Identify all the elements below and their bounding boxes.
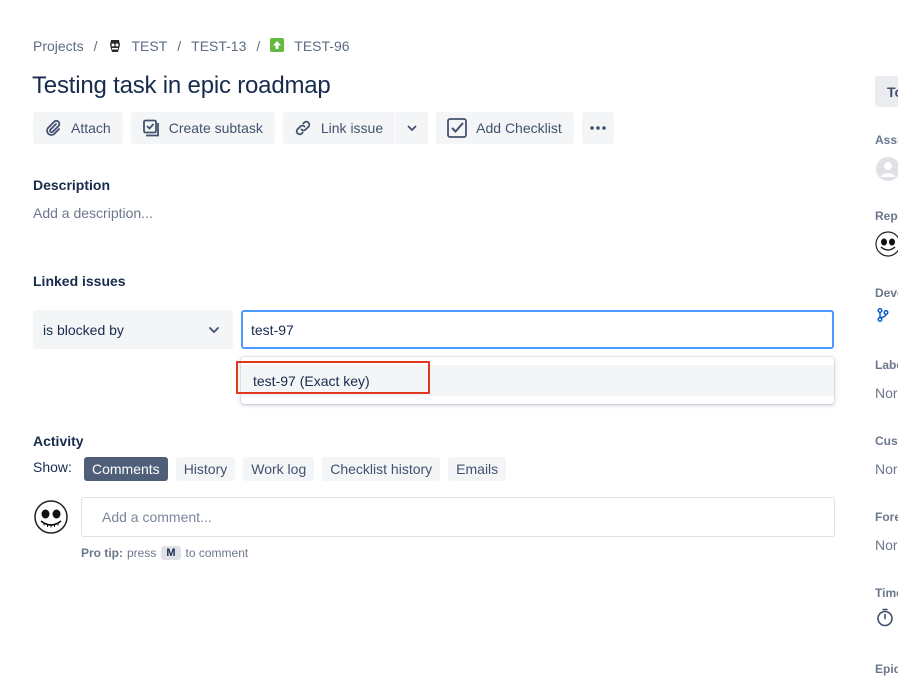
suggestion-item[interactable]: test-97 (Exact key) (241, 365, 834, 396)
sidebar-time-tracking-label: Time (875, 586, 898, 600)
breadcrumb-current-issue-label: TEST-96 (294, 38, 350, 54)
skull-avatar-icon[interactable] (875, 231, 898, 257)
breadcrumb-current-issue-link[interactable]: TEST-96 (270, 38, 350, 54)
chevron-down-icon (209, 326, 219, 333)
description-heading: Description (33, 177, 111, 193)
status-button[interactable]: To (875, 76, 898, 107)
add-checklist-button[interactable]: Add Checklist (436, 112, 574, 144)
branch-icon[interactable] (875, 307, 891, 323)
pro-tip-suffix: to comment (185, 546, 249, 560)
link-type-value: is blocked by (43, 321, 124, 338)
more-actions-button[interactable] (581, 112, 614, 144)
paperclip-icon (46, 119, 61, 136)
pro-tip: Pro tip: press M to comment (81, 546, 248, 560)
link-type-select[interactable]: is blocked by (33, 310, 233, 349)
pro-tip-press: press (127, 546, 157, 560)
story-type-icon (270, 38, 286, 54)
skull-avatar-icon (34, 500, 68, 534)
issue-search-input[interactable] (241, 310, 834, 349)
activity-filters: Comments History Work log Checklist hist… (84, 457, 514, 481)
sidebar-forecast-value[interactable]: Nor (875, 537, 898, 553)
filter-emails-button[interactable]: Emails (448, 457, 507, 481)
breadcrumb-project-link[interactable]: TEST (107, 38, 167, 54)
create-subtask-button[interactable]: Create subtask (130, 112, 275, 144)
chevron-down-icon (407, 125, 417, 132)
filter-checklist-history-button[interactable]: Checklist history (322, 457, 441, 481)
activity-heading: Activity (33, 433, 84, 449)
sidebar-custom-field-label: Cust (875, 434, 898, 448)
link-issue-options-button[interactable] (396, 112, 429, 144)
sidebar-assignee-label: Assi (875, 133, 898, 147)
filter-comments-button[interactable]: Comments (84, 457, 168, 481)
keyboard-shortcut-key: M (161, 546, 181, 560)
breadcrumb-parent-issue-link[interactable]: TEST-13 (191, 38, 246, 54)
linked-issues-heading: Linked issues (33, 273, 126, 289)
issue-toolbar: Attach Create subtask Link issue Add Che… (33, 112, 622, 144)
sidebar-forecast-label: Fore (875, 510, 898, 524)
issue-suggestions-dropdown: test-97 (Exact key) (241, 357, 834, 404)
add-checklist-label: Add Checklist (476, 120, 562, 136)
sidebar-labels-value[interactable]: Nor (875, 385, 898, 401)
issue-title[interactable]: Testing task in epic roadmap (32, 72, 331, 100)
create-subtask-label: Create subtask (168, 120, 263, 136)
description-placeholder[interactable]: Add a description... (33, 205, 153, 221)
sidebar-reporter-label: Repo (875, 209, 898, 223)
project-avatar-icon (107, 38, 124, 54)
link-issue-button[interactable]: Link issue (282, 112, 396, 144)
activity-show-label: Show: (33, 459, 72, 475)
subtask-icon (142, 119, 159, 137)
breadcrumb-projects-link[interactable]: Projects (33, 38, 84, 54)
sidebar-epic-label: Epic (875, 662, 898, 676)
comment-input[interactable]: Add a comment... (81, 497, 835, 537)
link-icon (295, 120, 311, 136)
more-horizontal-icon (589, 126, 606, 130)
filter-work-log-button[interactable]: Work log (243, 457, 315, 481)
stopwatch-icon[interactable] (875, 607, 895, 627)
sidebar-custom-field-value[interactable]: Nor (875, 461, 898, 477)
breadcrumb-project-label: TEST (131, 38, 168, 54)
breadcrumb-separator: / (256, 38, 261, 54)
attach-label: Attach (71, 120, 111, 136)
avatar (34, 500, 68, 534)
attach-button[interactable]: Attach (33, 112, 123, 144)
issue-details-sidebar: To Assi Repo Deve Labe Nor Cust Nor Fore… (875, 0, 898, 679)
checkbox-icon (447, 118, 468, 138)
link-issue-label: Link issue (320, 120, 384, 136)
breadcrumb-separator: / (177, 38, 182, 54)
filter-history-button[interactable]: History (175, 457, 236, 481)
sidebar-development-label: Deve (875, 286, 898, 300)
pro-tip-prefix: Pro tip: (81, 546, 123, 560)
breadcrumb-separator: / (93, 38, 98, 54)
sidebar-labels-label: Labe (875, 358, 898, 372)
default-avatar-icon[interactable] (875, 156, 898, 182)
breadcrumb: Projects / TEST / TEST-13 / TEST-96 (33, 38, 350, 54)
